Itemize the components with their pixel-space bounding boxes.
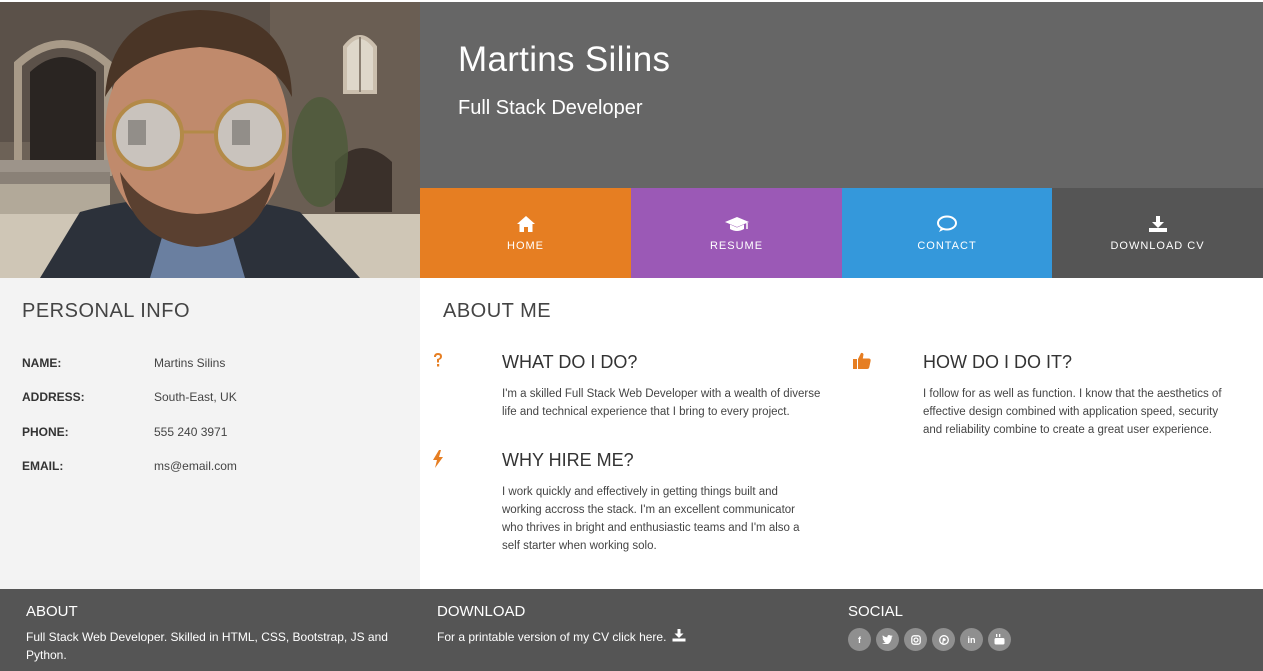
footer-download-link[interactable]: For a printable version of my CV click h…	[437, 628, 817, 647]
info-row-email: EMAIL: ms@email.com	[22, 459, 237, 473]
info-row-name: NAME: Martins Silins	[22, 356, 225, 370]
why-hire-me-title: WHY HIRE ME?	[502, 450, 634, 470]
info-key: ADDRESS:	[22, 390, 85, 404]
info-key: PHONE:	[22, 425, 69, 439]
footer-about: ABOUT Full Stack Web Developer. Skilled …	[26, 603, 406, 664]
profile-photo	[0, 2, 420, 278]
text-line: life and technical experience that I bri…	[502, 406, 790, 418]
info-row-phone: PHONE: 555 240 3971	[22, 425, 227, 439]
text-line: working accross the stack. I'm an excell…	[502, 504, 796, 516]
text-line: Full Stack Web Developer. Skilled in HTM…	[26, 630, 388, 644]
twitter-icon[interactable]	[876, 628, 899, 651]
info-value: Martins Silins	[154, 356, 226, 370]
nav-resume[interactable]: RESUME	[631, 188, 842, 278]
social-links: f in	[848, 628, 1228, 651]
download-cv-link[interactable]: For a printable version of my CV click h…	[437, 630, 666, 644]
text-line: I'm a skilled Full Stack Web Developer w…	[502, 388, 821, 400]
how-do-i-do-it-title: HOW DO I DO IT?	[923, 352, 1073, 372]
pinterest-icon[interactable]	[932, 628, 955, 651]
text-line: effective design combined with applicati…	[923, 406, 1219, 418]
graduation-cap-icon	[724, 214, 750, 234]
text-line: and reliability combine to create a grea…	[923, 424, 1212, 436]
personal-info-title: PERSONAL INFO	[22, 300, 191, 322]
header-panel: Martins Silins Full Stack Developer	[420, 2, 1263, 188]
text-line: who thrives in bright and enthusiastic t…	[502, 522, 800, 534]
personal-info-section: PERSONAL INFO NAME: Martins Silins ADDRE…	[0, 278, 420, 589]
nav-contact[interactable]: CONTACT	[842, 188, 1052, 278]
how-do-i-do-it-text: I follow for as well as function. I know…	[923, 385, 1258, 439]
footer-social: SOCIAL f in	[848, 603, 1228, 651]
nav-home[interactable]: HOME	[420, 188, 631, 278]
question-icon	[432, 352, 444, 373]
footer-about-title: ABOUT	[26, 603, 78, 620]
footer: ABOUT Full Stack Web Developer. Skilled …	[0, 589, 1263, 671]
linkedin-icon[interactable]: in	[960, 628, 983, 651]
footer-social-title: SOCIAL	[848, 603, 904, 620]
nav-home-label: HOME	[507, 240, 544, 252]
main-nav: HOME RESUME CONTACT DOWNLOAD CV	[420, 188, 1263, 278]
profile-name: Martins Silins	[458, 40, 671, 79]
text-line: self starter when working solo.	[502, 540, 657, 552]
text-line: I work quickly and effectively in gettin…	[502, 486, 778, 498]
home-icon	[516, 214, 536, 234]
text-line: Python.	[26, 648, 67, 662]
info-value: 555 240 3971	[154, 425, 228, 439]
footer-download-title: DOWNLOAD	[437, 603, 526, 620]
download-icon[interactable]	[672, 628, 686, 647]
nav-download-label: DOWNLOAD CV	[1110, 240, 1205, 252]
about-me-title: ABOUT ME	[443, 300, 552, 322]
youtube-icon[interactable]	[988, 628, 1011, 651]
chat-bubble-icon	[936, 214, 958, 234]
download-icon	[1148, 214, 1168, 234]
info-value: South-East, UK	[154, 390, 237, 404]
text-line: I follow for as well as function. I know…	[923, 388, 1222, 400]
profile-role: Full Stack Developer	[458, 97, 643, 119]
lightning-bolt-icon	[432, 450, 444, 473]
info-row-address: ADDRESS: South-East, UK	[22, 390, 237, 404]
instagram-icon[interactable]	[904, 628, 927, 651]
footer-about-text: Full Stack Web Developer. Skilled in HTM…	[26, 628, 406, 664]
footer-download: DOWNLOAD For a printable version of my C…	[437, 603, 817, 647]
nav-resume-label: RESUME	[709, 240, 764, 252]
thumbs-up-icon	[852, 352, 872, 375]
about-me-section: ABOUT ME WHAT DO I DO? I'm a skilled Ful…	[420, 278, 1263, 589]
facebook-icon[interactable]: f	[848, 628, 871, 651]
info-value: ms@email.com	[154, 459, 237, 473]
info-key: NAME:	[22, 356, 62, 370]
what-do-i-do-text: I'm a skilled Full Stack Web Developer w…	[502, 385, 842, 421]
nav-contact-label: CONTACT	[917, 240, 977, 252]
what-do-i-do-title: WHAT DO I DO?	[502, 352, 638, 372]
info-key: EMAIL:	[22, 459, 64, 473]
why-hire-me-text: I work quickly and effectively in gettin…	[502, 483, 842, 555]
nav-download-cv[interactable]: DOWNLOAD CV	[1052, 188, 1263, 278]
